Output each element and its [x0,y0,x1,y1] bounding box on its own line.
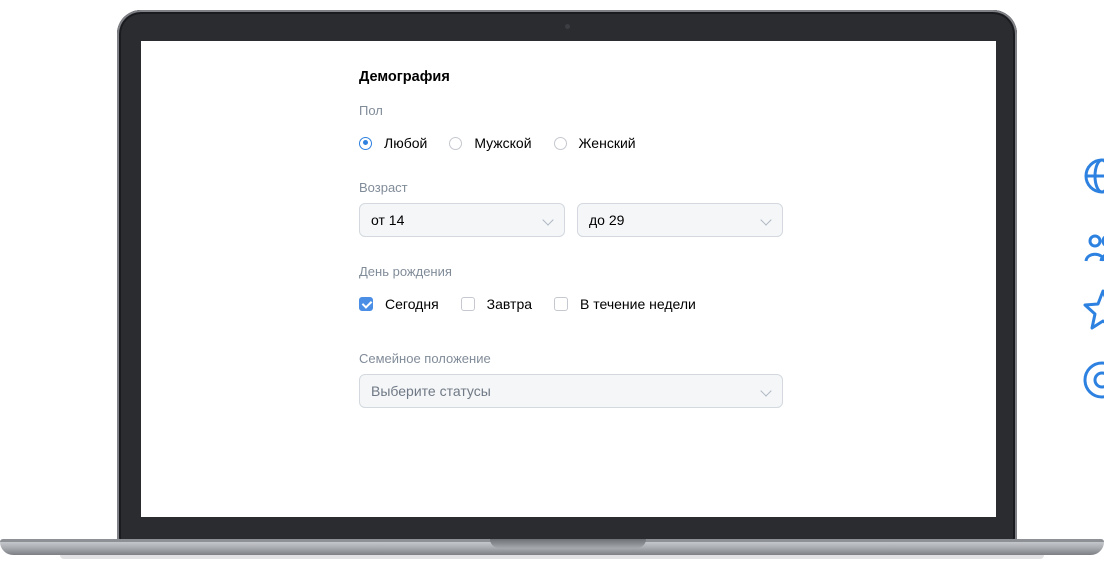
age-from-value: от 14 [371,212,405,228]
radio-unselected[interactable] [449,136,463,150]
chevron-down-icon [542,214,554,226]
chevron-down-icon [760,385,772,397]
radio-unselected[interactable] [553,136,567,150]
checkbox-unchecked[interactable] [460,297,475,311]
checkbox-label: Завтра [486,296,533,312]
checkbox-checked[interactable] [359,297,373,311]
gender-option-female[interactable]: Женский [553,135,636,151]
age-to-value: до 29 [589,212,625,228]
chevron-down-icon [760,214,772,226]
gender-option-male[interactable]: Мужской [449,135,532,151]
laptop-screen: Демография Пол Любой Мужской Женский Воз… [141,41,996,517]
marital-status-label: Семейное положение [359,351,491,366]
users-icon [1084,234,1104,262]
globe-icon [1084,158,1104,194]
gender-option-any[interactable]: Любой [359,135,427,151]
demographics-form: Демография Пол Любой Мужской Женский Воз… [359,68,783,408]
laptop-notch [490,539,646,548]
birthday-checkbox-group: Сегодня Завтра В течение недели [359,294,783,314]
at-icon [1083,361,1104,399]
birthday-label: День рождения [359,264,452,279]
birthday-option-tomorrow[interactable]: Завтра [460,296,533,312]
section-title: Демография [359,69,450,85]
checkbox-unchecked[interactable] [554,297,569,311]
radio-label: Мужской [474,135,532,151]
laptop-shadow [60,555,1044,559]
gender-label: Пол [359,103,383,118]
birthday-option-week[interactable]: В течение недели [554,296,696,312]
checkbox-label: В течение недели [580,296,696,312]
birthday-option-today[interactable]: Сегодня [359,296,439,312]
laptop-lid: Демография Пол Любой Мужской Женский Воз… [117,10,1017,544]
star-icon [1083,289,1104,330]
gender-radio-group: Любой Мужской Женский [359,133,783,153]
marital-status-placeholder: Выберите статусы [371,383,491,399]
age-from-select[interactable]: от 14 [359,203,565,237]
age-to-select[interactable]: до 29 [577,203,783,237]
radio-label: Женский [578,135,636,151]
age-selects: от 14 до 29 [359,203,783,237]
radio-label: Любой [384,135,428,151]
age-label: Возраст [359,180,408,195]
camera [565,24,570,29]
checkbox-label: Сегодня [385,296,439,312]
radio-selected[interactable] [359,136,372,150]
marital-status-select[interactable]: Выберите статусы [359,374,783,408]
